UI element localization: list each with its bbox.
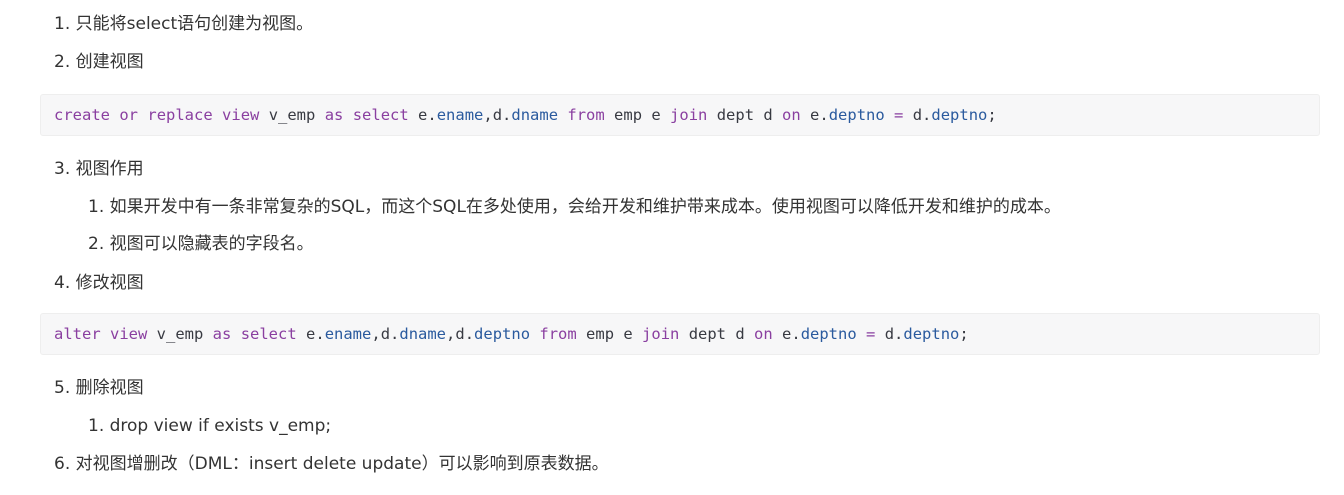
code-token: select xyxy=(240,325,297,343)
code-block-alter: alter view v_emp as select e.ename,d.dna… xyxy=(40,313,1320,355)
code-token: e. xyxy=(296,325,325,343)
code-token: e. xyxy=(800,106,829,124)
code-token: ,d. xyxy=(483,106,512,124)
code-token: v_emp xyxy=(259,106,325,124)
code-create-view: create or replace view v_emp as select e… xyxy=(54,105,997,125)
sublist-item-complex-sql: 1. 如果开发中有一条非常复杂的SQL，而这个SQL在多处使用，会给开发和维护带… xyxy=(88,197,1061,217)
code-token: = xyxy=(866,325,876,343)
code-token: from xyxy=(539,325,577,343)
code-token: dname xyxy=(399,325,447,343)
code-token: deptno xyxy=(931,106,988,124)
code-token: dept d xyxy=(707,106,783,124)
code-token: join xyxy=(670,106,708,124)
sublist-item-hide-fields: 2. 视图可以隐藏表的字段名。 xyxy=(88,234,314,254)
list-item-drop-view: 5. 删除视图 xyxy=(54,378,144,398)
list-item-view-purpose: 3. 视图作用 xyxy=(54,159,144,179)
list-item-alter-view: 4. 修改视图 xyxy=(54,273,144,293)
code-token: select xyxy=(352,106,409,124)
list-item-dml-effect: 6. 对视图增删改（DML：insert delete update）可以影响到… xyxy=(54,454,609,474)
code-token: join xyxy=(642,325,680,343)
list-item-create-view: 2. 创建视图 xyxy=(54,52,144,72)
code-token: = xyxy=(894,106,904,124)
code-token: dept d xyxy=(679,325,755,343)
code-token: emp e xyxy=(604,106,671,124)
list-item-select-only: 1. 只能将select语句创建为视图。 xyxy=(54,14,314,34)
code-token: emp e xyxy=(576,325,643,343)
code-token: as xyxy=(324,106,344,124)
code-token: deptno xyxy=(903,325,960,343)
code-token: or xyxy=(119,106,139,124)
code-token: ,d. xyxy=(446,325,475,343)
code-token: replace xyxy=(147,106,213,124)
code-token: ename xyxy=(324,325,372,343)
code-token: view xyxy=(222,106,260,124)
code-token: ,d. xyxy=(371,325,400,343)
code-token: deptno xyxy=(474,325,531,343)
code-token: ename xyxy=(436,106,484,124)
code-token: as xyxy=(212,325,232,343)
code-token: from xyxy=(567,106,605,124)
code-token: dname xyxy=(511,106,559,124)
code-token: on xyxy=(754,325,773,343)
code-token: deptno xyxy=(800,325,857,343)
code-block-create: create or replace view v_emp as select e… xyxy=(40,94,1320,136)
code-token: on xyxy=(782,106,801,124)
code-token: e. xyxy=(408,106,437,124)
code-token: deptno xyxy=(828,106,885,124)
code-token: create xyxy=(54,106,110,124)
code-token: alter xyxy=(54,325,101,343)
code-token: e. xyxy=(772,325,801,343)
code-token: v_emp xyxy=(147,325,213,343)
code-alter-view: alter view v_emp as select e.ename,d.dna… xyxy=(54,324,969,344)
code-token: d. xyxy=(903,106,932,124)
code-token: ; xyxy=(987,106,997,124)
code-token: view xyxy=(110,325,148,343)
code-token: d. xyxy=(875,325,904,343)
sublist-item-drop-statement: 1. drop view if exists v_emp; xyxy=(88,416,332,436)
code-token: ; xyxy=(959,325,969,343)
